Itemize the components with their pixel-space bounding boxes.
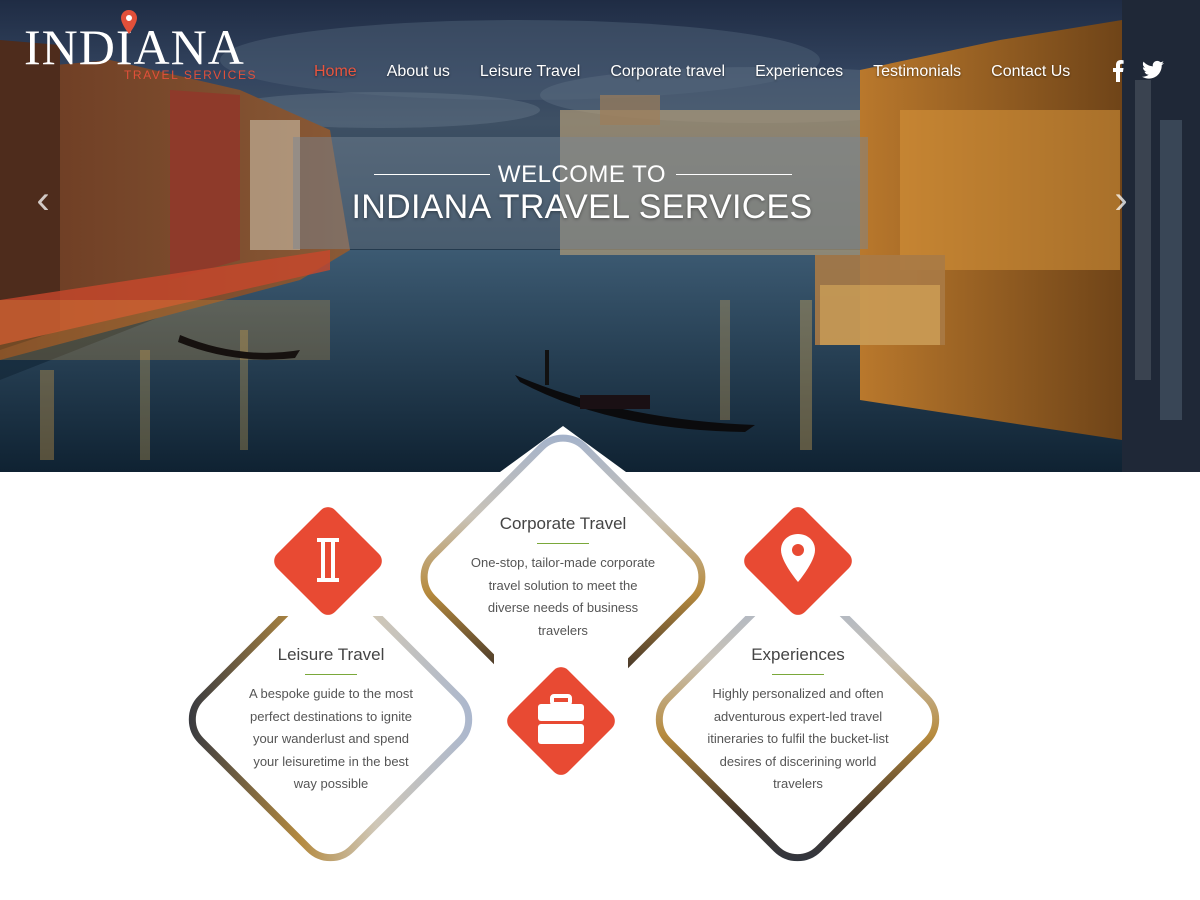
nav-leisure-travel[interactable]: Leisure Travel — [480, 63, 581, 85]
leisure-card-rule — [305, 674, 357, 675]
facebook-icon[interactable] — [1112, 60, 1124, 84]
chevron-left-icon[interactable]: ‹ — [28, 180, 58, 220]
social-links — [1112, 60, 1164, 84]
hero-banner: INDIANA TRAVEL SERVICES Home About us Le… — [0, 0, 1200, 472]
logo-subtitle: TRAVEL SERVICES — [124, 68, 258, 82]
nav-about-us[interactable]: About us — [387, 63, 450, 85]
experiences-card-title: Experiences — [751, 645, 845, 664]
leisure-card[interactable]: Leisure Travel A bespoke guide to the mo… — [240, 645, 422, 796]
corporate-card-rule — [537, 543, 589, 544]
experiences-card[interactable]: Experiences Highly personalized and ofte… — [706, 645, 890, 796]
nav-corporate-travel[interactable]: Corporate travel — [610, 63, 725, 85]
logo[interactable]: INDIANA TRAVEL SERVICES — [24, 10, 258, 90]
welcome-text: WELCOME TO — [497, 161, 667, 188]
corporate-card-title: Corporate Travel — [499, 514, 627, 533]
map-pin-icon — [121, 10, 137, 34]
nav-experiences[interactable]: Experiences — [755, 63, 843, 85]
corporate-card[interactable]: Corporate Travel One-stop, tailor-made c… — [470, 514, 656, 642]
experiences-card-rule — [772, 674, 824, 675]
hero-headline: INDIANA TRAVEL SERVICES — [351, 188, 813, 226]
twitter-icon[interactable] — [1142, 60, 1164, 84]
nav-contact-us[interactable]: Contact Us — [991, 63, 1070, 85]
experiences-card-desc: Highly personalized and often adventurou… — [707, 686, 889, 791]
corporate-card-desc: One-stop, tailor-made corporate travel s… — [470, 555, 656, 638]
nav-home[interactable]: Home — [314, 63, 357, 85]
nav-testimonials[interactable]: Testimonials — [873, 63, 961, 85]
leisure-card-desc: A bespoke guide to the most perfect dest… — [248, 686, 414, 791]
main-nav: Home About us Leisure Travel Corporate t… — [314, 63, 1100, 85]
leisure-card-title: Leisure Travel — [277, 645, 385, 664]
chevron-right-icon[interactable]: › — [1106, 180, 1136, 220]
